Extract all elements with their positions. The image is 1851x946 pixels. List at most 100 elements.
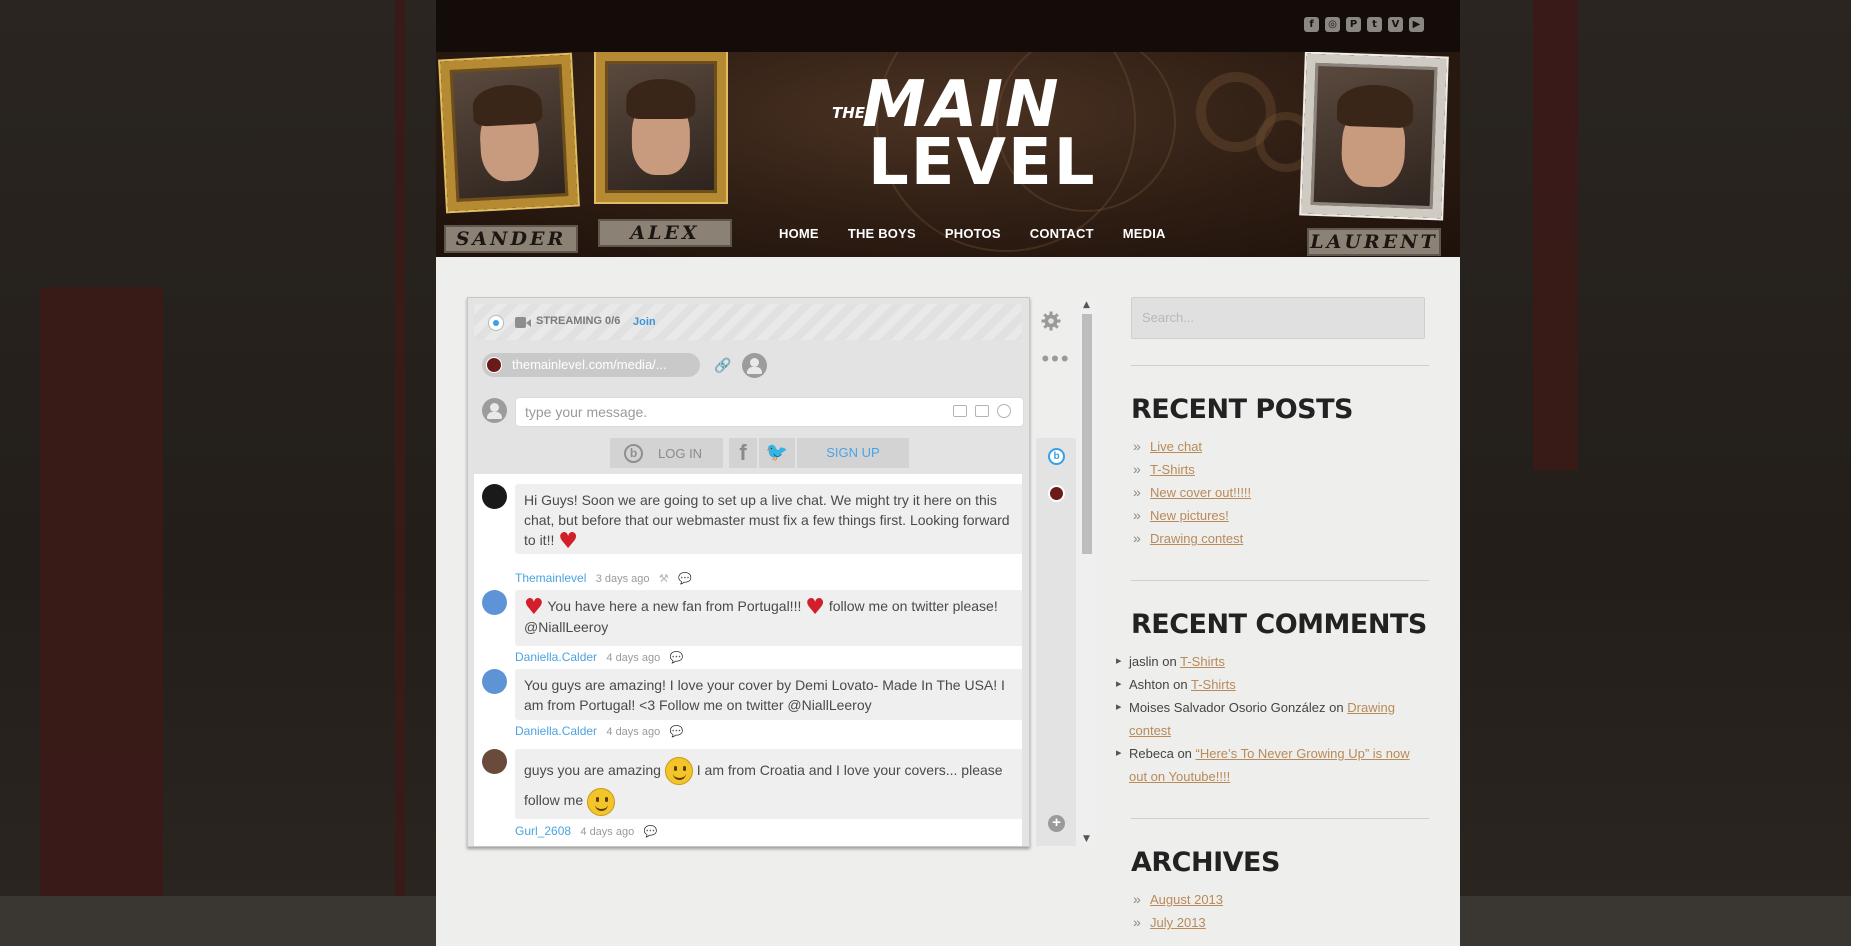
stream-radio[interactable] <box>488 315 504 331</box>
twitter-icon[interactable]: t <box>1367 17 1382 32</box>
message-author[interactable]: Daniella.Calder <box>515 650 597 664</box>
hammer-icon[interactable]: ⚒ <box>659 572 669 585</box>
portrait-hair <box>1336 83 1414 129</box>
message-time: 4 days ago <box>606 652 661 664</box>
main-nav: HOME THE BOYS PHOTOS CONTACT MEDIA <box>779 226 1195 241</box>
list-item: Rebeca on “Here’s To Never Growing Up” i… <box>1115 742 1431 788</box>
image-icon[interactable] <box>953 405 967 417</box>
signup-button[interactable]: SIGN UP <box>797 438 909 468</box>
facebook-icon[interactable]: f <box>1304 17 1319 32</box>
comment-author: Moises Salvador Osorio González <box>1129 700 1326 715</box>
message-text: You have here a new fan from Portugal!!! <box>547 598 802 614</box>
b-logo-icon[interactable]: b <box>1048 448 1065 465</box>
comment-on: on <box>1162 654 1177 669</box>
scroll-down-icon[interactable]: ▼ <box>1083 834 1090 844</box>
archive-link[interactable]: August 2013 <box>1150 892 1223 907</box>
login-row: b LOG IN f 🐦 SIGN UP <box>474 438 1022 468</box>
post-link[interactable]: Drawing contest <box>1150 531 1243 546</box>
nav-contact[interactable]: CONTACT <box>1030 226 1094 241</box>
search-input[interactable]: Search... <box>1131 297 1425 339</box>
message-author[interactable]: Gurl_2608 <box>515 824 571 838</box>
scroll-thumb[interactable] <box>1082 314 1092 554</box>
avatar[interactable] <box>482 590 507 615</box>
b-logo-icon: b <box>624 444 643 463</box>
youtube-icon[interactable]: ▶ <box>1409 17 1424 32</box>
comment-on: on <box>1329 700 1344 715</box>
plus-icon[interactable]: + <box>1048 815 1065 832</box>
divider <box>1131 818 1429 819</box>
comment-on: on <box>1177 746 1192 761</box>
archive-link[interactable]: July 2013 <box>1150 915 1206 930</box>
facebook-login-icon[interactable]: f <box>729 438 757 468</box>
message-text: Hi Guys! Soon we are going to set up a l… <box>524 492 1010 548</box>
list-item: T-Shirts <box>1131 458 1431 481</box>
nav-media[interactable]: MEDIA <box>1123 226 1166 241</box>
poll-icon[interactable] <box>975 405 989 417</box>
video-camera-icon <box>515 317 531 328</box>
heart-icon: ♥ <box>805 595 825 620</box>
join-link[interactable]: Join <box>633 316 656 328</box>
instagram-icon[interactable]: ◎ <box>1325 17 1340 32</box>
page-url-pill[interactable]: themainlevel.com/media/... <box>482 353 700 377</box>
vimeo-icon[interactable]: V <box>1388 17 1403 32</box>
nav-photos[interactable]: PHOTOS <box>945 226 1001 241</box>
more-options-icon[interactable]: ••• <box>1036 344 1076 384</box>
portrait-frame-sander <box>440 54 578 212</box>
list-item: New pictures! <box>1131 504 1431 527</box>
list-item: Live chat <box>1131 435 1431 458</box>
heart-icon: ♥ <box>524 595 544 620</box>
portrait-hair <box>626 79 696 120</box>
comment-author: Ashton <box>1129 677 1170 692</box>
comment-post-link[interactable]: T-Shirts <box>1191 677 1236 692</box>
list-item: August 2013 <box>1131 888 1431 911</box>
message-text: guys you are amazing <box>524 762 661 778</box>
background-right <box>1460 0 1851 946</box>
avatar[interactable] <box>482 484 507 509</box>
guest-avatar-icon <box>482 398 507 423</box>
comment-post-link[interactable]: T-Shirts <box>1180 654 1225 669</box>
message-time: 4 days ago <box>606 726 661 738</box>
avatar[interactable] <box>482 749 507 774</box>
comment-on: on <box>1173 677 1188 692</box>
message-text: You guys are amazing! I love your cover … <box>524 677 1005 713</box>
gear-icon[interactable] <box>1041 311 1061 331</box>
reply-icon[interactable]: 💬 <box>670 725 684 738</box>
nav-home[interactable]: HOME <box>779 226 819 241</box>
portrait-frame-laurent <box>1301 53 1447 219</box>
pinterest-icon[interactable]: P <box>1346 17 1361 32</box>
smiley-icon <box>587 787 616 816</box>
post-link[interactable]: Live chat <box>1150 439 1202 454</box>
scroll-up-icon[interactable]: ▲ <box>1083 300 1090 310</box>
message-bubble: ♥ You have here a new fan from Portugal!… <box>515 590 1022 646</box>
input-icons <box>953 404 1011 418</box>
url-bar: themainlevel.com/media/... 🔗 <box>474 344 1022 384</box>
login-button[interactable]: b LOG IN <box>610 438 723 468</box>
logo-the: THE <box>832 104 866 122</box>
message-input[interactable]: type your message. <box>515 397 1024 427</box>
message-author[interactable]: Themainlevel <box>515 571 586 585</box>
recent-comments-list: jaslin on T-Shirts Ashton on T-Shirts Mo… <box>1115 650 1431 788</box>
top-bar: f ◎ P t V ▶ <box>436 0 1460 52</box>
message-bubble: You guys are amazing! I love your cover … <box>515 669 1022 720</box>
link-icon[interactable]: 🔗 <box>714 358 731 374</box>
portrait-hair <box>471 83 544 127</box>
heart-icon: ♥ <box>558 529 578 554</box>
avatar[interactable] <box>482 669 507 694</box>
emoji-icon[interactable] <box>997 404 1011 418</box>
post-link[interactable]: New pictures! <box>1150 508 1229 523</box>
site-logo[interactable]: THE MAIN LEVEL <box>826 70 1095 198</box>
message-author[interactable]: Daniella.Calder <box>515 724 597 738</box>
site-avatar-icon[interactable] <box>1048 485 1065 502</box>
site-favicon <box>486 357 502 373</box>
nav-the-boys[interactable]: THE BOYS <box>848 226 916 241</box>
twitter-login-icon[interactable]: 🐦 <box>759 438 795 468</box>
chat-scrollbar[interactable]: ▲ ▼ <box>1079 298 1095 846</box>
reply-icon[interactable]: 💬 <box>670 651 684 664</box>
reply-icon[interactable]: 💬 <box>644 825 658 838</box>
reply-icon[interactable]: 💬 <box>678 572 692 585</box>
user-icon[interactable] <box>742 353 767 378</box>
portrait-frame-alex <box>596 52 726 202</box>
post-link[interactable]: New cover out!!!!! <box>1150 485 1251 500</box>
list-item: July 2013 <box>1131 911 1431 934</box>
post-link[interactable]: T-Shirts <box>1150 462 1195 477</box>
